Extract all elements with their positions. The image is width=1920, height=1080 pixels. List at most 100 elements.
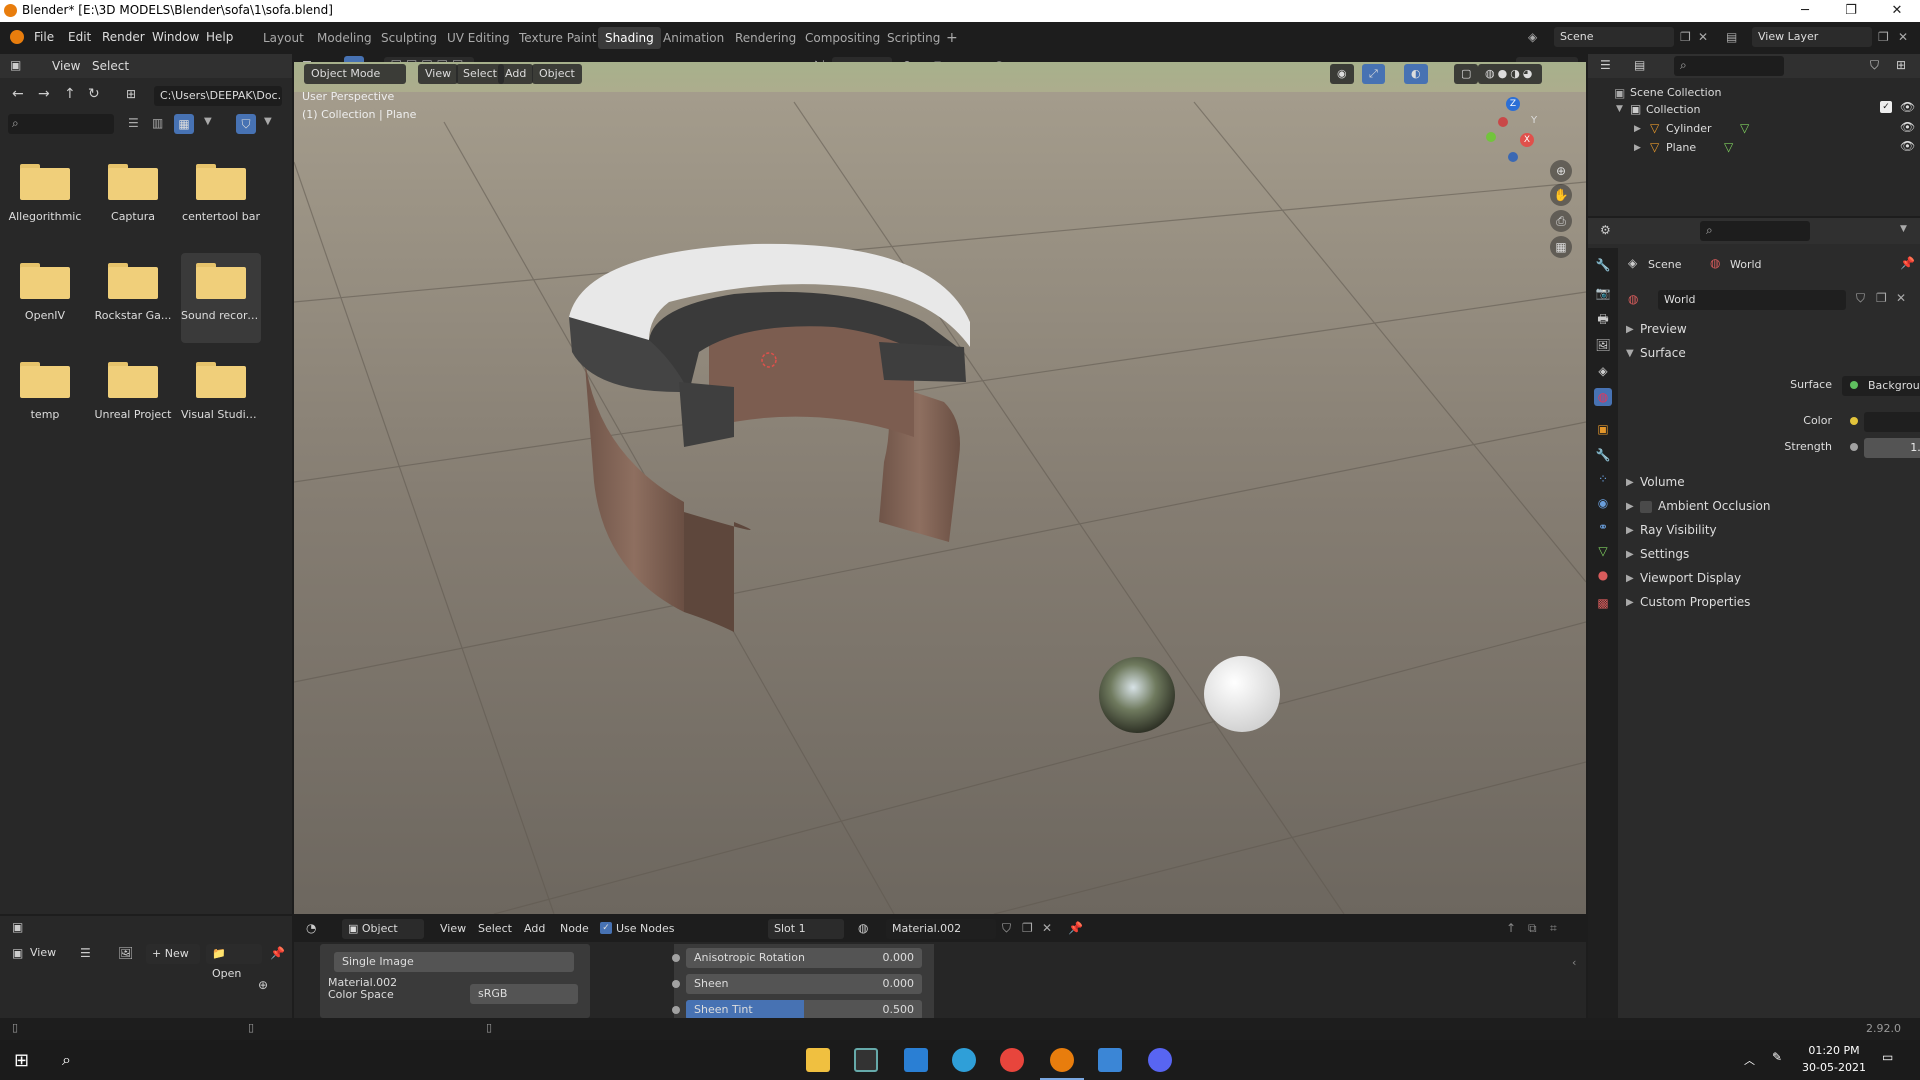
filter-icon[interactable]: ⛉	[1870, 58, 1879, 73]
folder-item[interactable]: Visual Studio ...	[181, 362, 261, 421]
scene-icon[interactable]: ◈	[1528, 30, 1537, 44]
folder-item[interactable]: OpenIV	[5, 263, 85, 322]
zoom-icon[interactable]: ⊕	[1550, 160, 1572, 182]
image-texture-node[interactable]: Single Image Material.002 Color Space sR…	[320, 944, 590, 1018]
store-icon[interactable]	[854, 1048, 878, 1072]
y-axis-icon[interactable]: Y	[1531, 115, 1537, 126]
tab-rendering[interactable]: Rendering	[728, 27, 803, 49]
viewport-menu-select[interactable]: Select	[456, 64, 504, 84]
folder-item[interactable]: temp	[5, 362, 85, 421]
thumbnail-view-icon[interactable]: ▦	[174, 114, 194, 134]
editor-type-icon[interactable]: ▣	[10, 58, 21, 72]
open-image-button[interactable]: 📁 Open	[206, 944, 262, 980]
panel-preview[interactable]: Preview	[1640, 322, 1687, 336]
scene-collection-label[interactable]: Scene Collection	[1630, 86, 1721, 99]
image-menu-view[interactable]: View	[30, 946, 56, 959]
folder-item[interactable]: centertool bar	[181, 164, 261, 223]
world-browse-icon[interactable]: ◍	[1628, 292, 1638, 306]
tray-chevron-icon[interactable]: ︿	[1744, 1052, 1755, 1068]
shader-type-dropdown[interactable]: ▣ Object	[342, 919, 424, 939]
fb-menu-view[interactable]: View	[52, 59, 80, 73]
navigation-gizmo[interactable]: Z Y X	[1484, 92, 1564, 172]
maximize-button[interactable]: ❐	[1828, 0, 1874, 22]
menu-window[interactable]: Window	[152, 30, 199, 44]
world-tab-icon[interactable]: ◍	[1594, 388, 1612, 406]
outliner-item-cylinder[interactable]: Cylinder	[1666, 122, 1712, 135]
material-browse-icon[interactable]: ◍	[858, 921, 868, 935]
panel-ray-visibility[interactable]: Ray Visibility	[1640, 523, 1717, 537]
image-source-dropdown[interactable]: Single Image	[334, 952, 574, 972]
panel-surface[interactable]: Surface	[1640, 346, 1686, 360]
panel-custom-properties[interactable]: Custom Properties	[1640, 595, 1750, 609]
3d-viewport[interactable]: Object Mode View Select Add Object ◉ ⤢ ◐…	[294, 62, 1586, 914]
pin-icon[interactable]: 📌	[1900, 256, 1915, 270]
collection-label[interactable]: Collection	[1646, 103, 1700, 116]
search-icon[interactable]: ⌕	[62, 1050, 71, 1070]
editor-type-icon[interactable]: ⚙	[1600, 223, 1611, 237]
file-explorer-icon[interactable]	[806, 1048, 830, 1072]
view-layer-selector[interactable]: View Layer	[1752, 27, 1872, 47]
snap-target-icon[interactable]: ⌗	[1550, 921, 1557, 936]
edge-icon[interactable]	[952, 1048, 976, 1072]
panel-viewport-display[interactable]: Viewport Display	[1640, 571, 1741, 585]
panel-settings[interactable]: Settings	[1640, 547, 1689, 561]
outliner-item-plane[interactable]: Plane	[1666, 141, 1696, 154]
gizmo-icon[interactable]: ⤢	[1362, 64, 1385, 84]
blender-taskbar-icon[interactable]	[1050, 1048, 1074, 1072]
view-mode-icon[interactable]: ▣	[12, 946, 23, 960]
options-dropdown-icon[interactable]: ▼	[1900, 224, 1907, 234]
chrome-icon[interactable]	[1000, 1048, 1024, 1072]
parent-node-icon[interactable]: ↑	[1506, 921, 1516, 935]
list-view-icon[interactable]: ☰	[128, 116, 139, 130]
sheen-field[interactable]: Sheen 0.000	[686, 974, 922, 994]
app-icon[interactable]	[1098, 1048, 1122, 1072]
scene-tab-icon[interactable]: ◈	[1594, 362, 1612, 380]
modifier-tab-icon[interactable]: 🔧	[1594, 446, 1612, 464]
slot-dropdown[interactable]: Slot 1	[768, 919, 844, 939]
parent-dir-icon[interactable]: ↑	[64, 86, 76, 102]
forward-arrow-icon[interactable]: →	[38, 86, 50, 102]
sort-dropdown-icon[interactable]: ▼	[204, 116, 212, 127]
tab-uv-editing[interactable]: UV Editing	[440, 27, 517, 49]
color-space-dropdown[interactable]: sRGB	[470, 984, 578, 1004]
editor-type-icon[interactable]: ◔	[306, 921, 316, 935]
tab-scripting[interactable]: Scripting	[880, 27, 947, 49]
z-axis-icon[interactable]: Z	[1506, 97, 1520, 111]
node-menu-view[interactable]: View	[440, 922, 466, 935]
mail-icon[interactable]	[904, 1048, 928, 1072]
menu-edit[interactable]: Edit	[68, 30, 91, 44]
detail-view-icon[interactable]: ▥	[152, 116, 163, 130]
input-socket-icon[interactable]	[672, 954, 680, 962]
delete-view-layer-icon[interactable]: ✕	[1898, 30, 1908, 44]
editor-type-icon[interactable]: ☰	[1600, 58, 1611, 72]
principled-bsdf-node[interactable]: Anisotropic Rotation 0.000 Sheen 0.000 S…	[672, 944, 934, 1020]
fb-menu-select[interactable]: Select	[92, 59, 129, 73]
viewport-menu-add[interactable]: Add	[498, 64, 534, 84]
fake-user-icon[interactable]: ⛉	[1856, 291, 1865, 306]
view-layer-icon[interactable]: ▤	[1726, 30, 1737, 44]
fb-search-input[interactable]	[8, 114, 114, 134]
clock-date[interactable]: 30-05-2021	[1800, 1061, 1868, 1074]
world-name-field[interactable]: World	[1658, 290, 1846, 310]
ortho-grid-icon[interactable]: ▦	[1550, 236, 1572, 258]
new-folder-icon[interactable]: ⊞	[126, 87, 136, 101]
duplicate-icon[interactable]: ❐	[1876, 291, 1887, 305]
discord-icon[interactable]	[1148, 1048, 1172, 1072]
menu-help[interactable]: Help	[206, 30, 233, 44]
tab-shading[interactable]: Shading	[598, 27, 661, 49]
tab-animation[interactable]: Animation	[656, 27, 731, 49]
render-tab-icon[interactable]: 📷	[1594, 284, 1612, 302]
xray-icon[interactable]: ▢	[1454, 64, 1479, 84]
material-tab-icon[interactable]: ●	[1594, 566, 1612, 584]
neg-y-icon[interactable]	[1486, 132, 1496, 142]
object-tab-icon[interactable]: ▣	[1594, 420, 1612, 438]
new-image-button[interactable]: + New	[146, 944, 200, 964]
unlink-icon[interactable]: ✕	[1896, 291, 1906, 305]
physics-tab-icon[interactable]: ◉	[1594, 494, 1612, 512]
new-view-layer-icon[interactable]: ❐	[1878, 30, 1889, 44]
expand-arrow-icon[interactable]: ▶	[1634, 124, 1641, 134]
duplicate-icon[interactable]: ❐	[1022, 921, 1033, 935]
menu-file[interactable]: File	[34, 30, 54, 44]
pan-hand-icon[interactable]: ✋	[1550, 184, 1572, 206]
node-menu-node[interactable]: Node	[560, 922, 589, 935]
